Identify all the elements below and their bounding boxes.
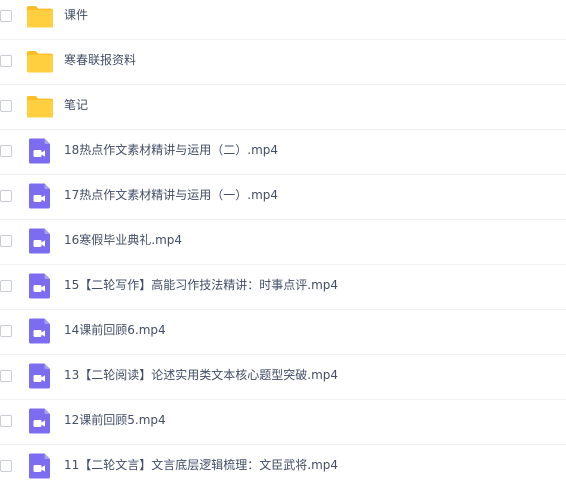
select-checkbox[interactable] — [0, 100, 12, 112]
list-item[interactable]: 13【二轮阅读】论述实用类文本核心题型突破.mp4 — [0, 355, 566, 400]
video-file-icon — [26, 227, 54, 255]
video-file-icon — [26, 272, 54, 300]
list-item[interactable]: 14课前回顾6.mp4 — [0, 310, 566, 355]
file-name[interactable]: 15【二轮写作】高能习作技法精讲：时事点评.mp4 — [64, 277, 338, 293]
video-file-icon — [26, 407, 54, 435]
select-checkbox[interactable] — [0, 415, 12, 427]
select-checkbox[interactable] — [0, 145, 12, 157]
select-checkbox[interactable] — [0, 55, 12, 67]
list-item[interactable]: 寒春联报资料 — [0, 40, 566, 85]
video-file-icon — [26, 317, 54, 345]
list-item[interactable]: 12课前回顾5.mp4 — [0, 400, 566, 445]
file-name[interactable]: 17热点作文素材精讲与运用（一）.mp4 — [64, 187, 278, 203]
list-item[interactable]: 18热点作文素材精讲与运用（二）.mp4 — [0, 130, 566, 175]
file-name[interactable]: 笔记 — [64, 97, 88, 113]
list-item[interactable]: 课件 — [0, 0, 566, 40]
list-item[interactable]: 17热点作文素材精讲与运用（一）.mp4 — [0, 175, 566, 220]
folder-icon — [26, 92, 54, 120]
select-checkbox[interactable] — [0, 280, 12, 292]
select-checkbox[interactable] — [0, 190, 12, 202]
file-name[interactable]: 16寒假毕业典礼.mp4 — [64, 232, 182, 248]
folder-icon — [26, 47, 54, 75]
list-item[interactable]: 11【二轮文言】文言底层逻辑梳理：文臣武将.mp4 — [0, 445, 566, 482]
video-file-icon — [26, 182, 54, 210]
select-checkbox[interactable] — [0, 10, 12, 22]
select-checkbox[interactable] — [0, 460, 12, 472]
video-file-icon — [26, 137, 54, 165]
select-checkbox[interactable] — [0, 370, 12, 382]
list-item[interactable]: 16寒假毕业典礼.mp4 — [0, 220, 566, 265]
file-name[interactable]: 14课前回顾6.mp4 — [64, 322, 166, 338]
file-list: 课件 寒春联报资料 笔记 18热点作文素材精讲与运用（二）.mp4 17热点作文… — [0, 0, 566, 482]
list-item[interactable]: 15【二轮写作】高能习作技法精讲：时事点评.mp4 — [0, 265, 566, 310]
list-item[interactable]: 笔记 — [0, 85, 566, 130]
video-file-icon — [26, 452, 54, 480]
select-checkbox[interactable] — [0, 235, 12, 247]
file-name[interactable]: 18热点作文素材精讲与运用（二）.mp4 — [64, 142, 278, 158]
folder-icon — [26, 2, 54, 30]
file-name[interactable]: 寒春联报资料 — [64, 52, 136, 68]
file-name[interactable]: 11【二轮文言】文言底层逻辑梳理：文臣武将.mp4 — [64, 457, 338, 473]
file-name[interactable]: 12课前回顾5.mp4 — [64, 412, 166, 428]
video-file-icon — [26, 362, 54, 390]
file-name[interactable]: 13【二轮阅读】论述实用类文本核心题型突破.mp4 — [64, 367, 338, 383]
file-name[interactable]: 课件 — [64, 7, 88, 23]
select-checkbox[interactable] — [0, 325, 12, 337]
